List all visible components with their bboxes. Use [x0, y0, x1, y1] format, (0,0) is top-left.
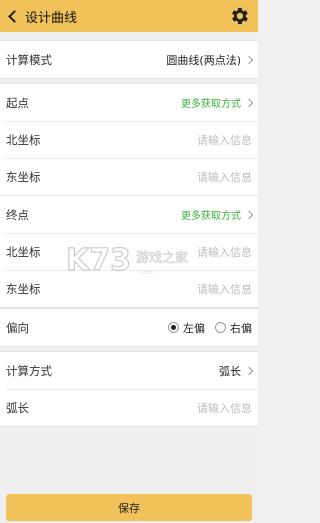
calc-mode-section: 计算模式 圆曲线(两点法)	[0, 40, 258, 79]
end-north-row[interactable]: 北坐标 请输入信息	[0, 233, 258, 270]
chevron-right-icon	[244, 366, 254, 375]
page-title: 设计曲线	[25, 10, 78, 26]
calc-mode-row[interactable]: 计算模式 圆曲线(两点法)	[0, 41, 258, 78]
calc-mode-label: 计算模式	[6, 52, 52, 67]
offset-label: 偏向	[6, 320, 29, 335]
offset-left-radio[interactable]: 左偏	[168, 320, 205, 336]
end-point-header: 终点 更多获取方式	[0, 196, 258, 233]
end-north-label: 北坐标	[6, 244, 41, 259]
start-more-link[interactable]: 更多获取方式	[181, 95, 254, 110]
arc-length-row[interactable]: 弧长 请输入信息	[0, 389, 258, 426]
end-point-label: 终点	[6, 207, 29, 222]
offset-radio-group: 左偏 右偏	[158, 320, 252, 336]
save-button[interactable]: 保存	[6, 494, 252, 521]
start-east-label: 东坐标	[6, 169, 41, 184]
start-east-input[interactable]: 请输入信息	[197, 169, 252, 185]
end-east-row[interactable]: 东坐标 请输入信息	[0, 270, 258, 307]
end-east-label: 东坐标	[6, 281, 41, 296]
radio-unchecked-icon	[215, 322, 226, 333]
start-north-row[interactable]: 北坐标 请输入信息	[0, 121, 258, 158]
calc-method-label: 计算方式	[6, 363, 52, 378]
start-east-row[interactable]: 东坐标 请输入信息	[0, 158, 258, 195]
offset-right-label: 右偏	[230, 321, 252, 335]
end-more-link-text: 更多获取方式	[181, 211, 241, 222]
start-north-input[interactable]: 请输入信息	[197, 132, 252, 148]
chevron-right-icon	[244, 98, 254, 107]
calc-method-value: 弧长	[219, 364, 241, 378]
start-more-link-text: 更多获取方式	[181, 99, 241, 110]
offset-right-radio[interactable]: 右偏	[215, 320, 252, 336]
start-north-label: 北坐标	[6, 132, 41, 147]
chevron-right-icon	[244, 210, 254, 219]
back-button[interactable]: 设计曲线	[6, 7, 77, 26]
end-more-link[interactable]: 更多获取方式	[181, 207, 254, 222]
offset-row: 偏向 左偏 右偏	[0, 309, 258, 346]
end-point-section: 终点 更多获取方式 北坐标 请输入信息 东坐标 请输入信息	[0, 195, 258, 308]
arc-length-label: 弧长	[6, 400, 29, 415]
nav-bar: 设计曲线	[0, 0, 258, 32]
start-point-section: 起点 更多获取方式 北坐标 请输入信息 东坐标 请输入信息	[0, 83, 258, 196]
start-point-header: 起点 更多获取方式	[0, 84, 258, 121]
arc-length-input[interactable]: 请输入信息	[197, 400, 252, 416]
end-north-input[interactable]: 请输入信息	[197, 244, 252, 260]
chevron-left-icon	[8, 9, 21, 23]
radio-checked-icon	[168, 322, 179, 333]
page: 设计曲线 计算模式 圆曲线(两点法) 起点 更多获取方式 北坐标 请输入信息 东…	[0, 0, 258, 523]
start-point-label: 起点	[6, 95, 29, 110]
calc-method-section: 计算方式 弧长 弧长 请输入信息	[0, 351, 258, 427]
calc-method-row[interactable]: 计算方式 弧长	[0, 352, 258, 389]
end-east-input[interactable]: 请输入信息	[197, 281, 252, 297]
chevron-right-icon	[244, 55, 254, 64]
gear-icon[interactable]	[228, 5, 250, 27]
offset-section: 偏向 左偏 右偏	[0, 308, 258, 347]
offset-left-label: 左偏	[183, 321, 205, 335]
calc-mode-value: 圆曲线(两点法)	[166, 53, 241, 67]
